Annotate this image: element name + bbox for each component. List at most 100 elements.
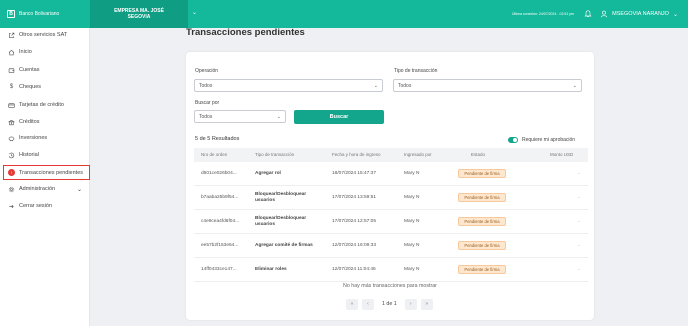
status-badge: Pendiente de firma: [458, 265, 506, 274]
status-badge: Pendiente de firma: [458, 193, 506, 202]
sidebar-item-administracion[interactable]: Administración ⌄: [0, 182, 90, 196]
bank-icon: [8, 119, 15, 126]
transaction-type: Agregar comité de firmas: [255, 243, 313, 248]
search-button[interactable]: Buscar: [294, 110, 384, 124]
brand[interactable]: B Banco Bolivariano: [0, 0, 90, 28]
sidebar-item-transacciones-pendientes[interactable]: ! Transacciones pendientes: [3, 165, 90, 180]
wallet-icon: [8, 67, 15, 74]
column-header[interactable]: Tipo de transacción: [255, 152, 294, 157]
status-badge: Pendiente de firma: [458, 241, 506, 250]
brand-name: Banco Bolivariano: [19, 11, 60, 17]
operacion-select[interactable]: Todos ⌄: [194, 79, 383, 92]
sidebar-item-label: Inicio: [19, 49, 32, 55]
status-badge: Pendiente de firma: [458, 169, 506, 178]
logout-icon: [8, 203, 15, 210]
sidebar-item-label: Inversiones: [19, 135, 48, 141]
table-header: Nro de orden Tipo de transacción Fecha y…: [194, 148, 588, 162]
sidebar-item-tarjetas[interactable]: Tarjetas de crédito: [0, 98, 90, 112]
sidebar-item-cuentas[interactable]: Cuentas: [0, 63, 90, 77]
entered-by: Mary N: [404, 171, 420, 176]
sidebar-item-label: Cerrar sesión: [19, 203, 53, 209]
transactions-card: Operación Todos ⌄ Tipo de transacción To…: [186, 52, 594, 320]
order-number: ee57b2f153e64...: [201, 243, 239, 248]
sidebar-item-label: Historial: [19, 152, 39, 158]
username[interactable]: MSEGOVIA NARANJO: [612, 11, 669, 17]
chevron-down-icon: ⌄: [276, 114, 281, 120]
company-selector[interactable]: EMPRESA MA. JOSÉ SEGOVIA ⌄: [90, 0, 197, 28]
sidebar-item-cerrar-sesion[interactable]: Cerrar sesión: [0, 199, 90, 213]
buscar-por-value: Todos: [199, 113, 213, 120]
entry-date: 12/07/2024 16:09:33: [332, 243, 377, 248]
chevron-down-icon: ⌄: [373, 83, 378, 89]
dollar-icon: $: [9, 84, 14, 90]
sidebar-item-label: Créditos: [19, 119, 40, 125]
sidebar-item-historial[interactable]: Historial: [0, 148, 90, 162]
sidebar-item-cheques[interactable]: $ Cheques: [0, 80, 90, 94]
sidebar-item-label: Administración: [19, 186, 56, 192]
top-bar: B Banco Bolivariano EMPRESA MA. JOSÉ SEG…: [0, 0, 688, 28]
amount: -: [578, 219, 580, 225]
amount: -: [578, 195, 580, 201]
entry-date: 12/07/2024 11:04:46: [332, 267, 376, 272]
operacion-value: Todos: [199, 82, 213, 89]
alert-icon: !: [8, 169, 15, 176]
chevron-down-icon: ⌄: [572, 83, 577, 89]
table-row[interactable]: ee57b2f153e64... Agregar comité de firma…: [194, 234, 588, 258]
sidebar-item-label: Cuentas: [19, 67, 40, 73]
transaction-type: Agregar rol: [255, 171, 281, 176]
order-number: c4e9cea4fd6f04...: [201, 219, 240, 224]
sidebar-item-label: Tarjetas de crédito: [19, 102, 64, 108]
entered-by: Mary N: [404, 267, 420, 272]
buscar-por-select[interactable]: Todos ⌄: [194, 110, 286, 123]
transaction-type: Bloquear/Desbloquear usuarios: [255, 216, 307, 227]
entered-by: Mary N: [404, 243, 420, 248]
piggy-icon: [8, 135, 15, 142]
sidebar-item-label: Cheques: [19, 84, 42, 90]
requiere-aprobacion-toggle[interactable]: [508, 137, 518, 143]
column-header[interactable]: Fecha y hora de ingreso: [332, 152, 381, 157]
table-row[interactable]: c4e9cea4fd6f04... Bloquear/Desbloquear u…: [194, 210, 588, 234]
next-page-icon[interactable]: ›: [404, 298, 417, 310]
column-header[interactable]: Ingresado por: [404, 152, 432, 157]
page-title: Transacciones pendientes: [186, 27, 305, 38]
toggle-label: Requiere mi aprobación: [522, 137, 576, 143]
entry-date: 17/07/2024 12:57:05: [332, 219, 377, 224]
sidebar-item-label: Transacciones pendientes: [19, 169, 84, 176]
tipo-transaccion-select[interactable]: Todos ⌄: [393, 79, 582, 92]
sidebar-item-creditos[interactable]: Créditos: [0, 115, 90, 129]
last-page-icon[interactable]: »: [420, 298, 433, 310]
company-name: EMPRESA MA. JOSÉ SEGOVIA: [114, 8, 164, 20]
bell-icon[interactable]: [584, 10, 592, 18]
user-icon: [600, 10, 608, 18]
sidebar-item-otros-servicios[interactable]: Otros servicios SAT: [0, 28, 90, 42]
external-link-icon: [8, 32, 15, 39]
table-row[interactable]: 14ff0433ce147... Eliminar roles 12/07/20…: [194, 258, 588, 282]
first-page-icon[interactable]: «: [346, 298, 358, 310]
order-number: d501ce026b04...: [201, 171, 237, 176]
column-header[interactable]: Nro de orden: [201, 152, 227, 157]
sidebar-item-inicio[interactable]: Inicio: [0, 45, 90, 59]
table-row[interactable]: d501ce026b04... Agregar rol 18/07/2024 1…: [194, 162, 588, 186]
column-header[interactable]: Monto USD: [550, 152, 573, 157]
gear-icon: [8, 186, 15, 193]
results-count: 5 de 5 Resultados: [195, 136, 240, 142]
pagination: « ‹ 1 de 1 › »: [346, 298, 437, 310]
chevron-down-icon: ⌄: [191, 10, 197, 16]
toggle-knob: [513, 138, 517, 142]
sidebar-item-inversiones[interactable]: Inversiones: [0, 131, 90, 145]
entry-date: 17/07/2024 13:59:51: [332, 195, 377, 200]
sidebar: Otros servicios SAT Inicio Cuentas $ Che…: [0, 28, 90, 326]
column-header[interactable]: Estado: [471, 152, 485, 157]
prev-page-icon[interactable]: ‹: [362, 298, 374, 310]
entered-by: Mary N: [404, 195, 420, 200]
tipo-transaccion-label: Tipo de transacción: [394, 68, 438, 74]
history-icon: [8, 152, 15, 159]
transaction-type: Eliminar roles: [255, 267, 287, 272]
table-row[interactable]: b7aaba25b9f54... Bloquear/Desbloquear us…: [194, 186, 588, 210]
credit-card-icon: [8, 102, 15, 109]
entry-date: 18/07/2024 15:47:37: [332, 171, 377, 176]
order-number: 14ff0433ce147...: [201, 267, 237, 272]
amount: -: [578, 267, 580, 273]
amount: -: [578, 243, 580, 249]
chevron-down-icon[interactable]: ⌄: [673, 11, 678, 18]
